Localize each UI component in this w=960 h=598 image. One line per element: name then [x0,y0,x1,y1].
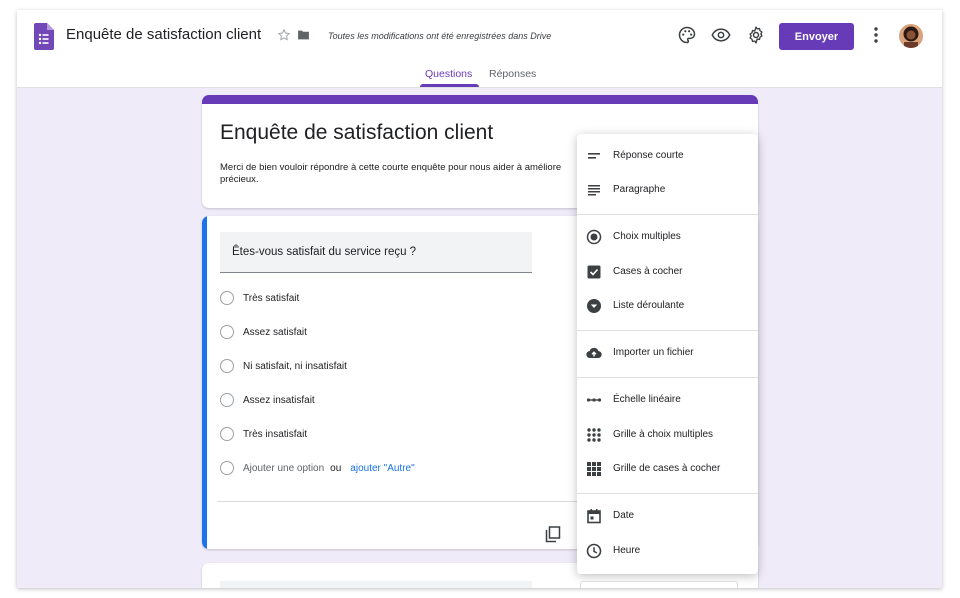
dropdown-icon [587,299,601,313]
header-accent-bar [202,95,758,104]
radio-unchecked-icon [220,359,234,373]
settings-gear-icon[interactable] [746,25,766,45]
menu-item-label: Grille de cases à cocher [613,463,721,474]
radio-unchecked-icon [220,325,234,339]
option-label[interactable]: Ni satisfait, ni insatisfait [243,361,347,372]
question-type-select-partial[interactable] [580,581,738,588]
linear-scale-icon [586,398,602,402]
save-status: Toutes les modifications ont été enregis… [328,31,552,41]
focus-indicator [202,216,207,549]
option-row[interactable]: Assez insatisfait [220,392,315,408]
menu-item-label: Date [613,510,635,521]
menu-item-label: Choix multiples [613,231,681,242]
option-label[interactable]: Très satisfait [243,293,299,304]
menu-item-label: Échelle linéaire [613,394,681,405]
menu-item-time[interactable]: Heure [577,535,758,567]
document-title[interactable]: Enquête de satisfaction client [66,26,261,43]
question-type-menu[interactable]: Réponse courte Paragraphe Choix multiple… [577,134,758,574]
radio-unchecked-icon [220,393,234,407]
radio-unchecked-icon [220,291,234,305]
option-row[interactable]: Très insatisfait [220,426,307,442]
clock-icon [586,543,602,559]
menu-item-dropdown[interactable]: Liste déroulante [577,290,758,322]
checkbox-icon [587,265,601,279]
menu-item-label: Grille à choix multiples [613,429,714,440]
or-text: ou [330,462,342,474]
forms-logo-icon[interactable] [34,23,54,50]
tab-responses[interactable]: Réponses [489,68,536,80]
add-option-row[interactable]: Ajouter une option ou ajouter "Autre" [220,460,415,476]
menu-item-label: Importer un fichier [613,347,694,358]
dots-grid-icon [587,428,601,442]
radio-button-icon [586,229,602,245]
menu-item-multiple-choice[interactable]: Choix multiples [577,221,758,253]
question-text: Êtes-vous satisfait du service reçu ? [232,246,417,258]
active-tab-indicator [420,84,479,87]
menu-item-label: Paragraphe [613,184,666,195]
option-label[interactable]: Très insatisfait [243,429,307,440]
avatar[interactable] [899,24,923,48]
option-row[interactable]: Ni satisfait, ni insatisfait [220,358,347,374]
menu-item-label: Réponse courte [613,150,684,161]
form-description[interactable]: Merci de bien vouloir répondre à cette c… [220,162,570,186]
option-label[interactable]: Assez satisfait [243,327,307,338]
folder-icon[interactable] [297,29,310,41]
palette-icon[interactable] [677,25,697,45]
form-title[interactable]: Enquête de satisfaction client [220,121,493,145]
menu-item-file-upload[interactable]: Importer un fichier [577,337,758,369]
menu-item-multiple-choice-grid[interactable]: Grille à choix multiples [577,419,758,451]
star-icon[interactable] [277,28,291,42]
menu-item-label: Liste déroulante [613,300,685,311]
option-row[interactable]: Assez satisfait [220,324,307,340]
menu-item-checkboxes[interactable]: Cases à cocher [577,256,758,288]
menu-item-linear-scale[interactable]: Échelle linéaire [577,384,758,416]
cloud-upload-icon [586,347,602,359]
menu-divider [577,214,758,215]
option-row[interactable]: Très satisfait [220,290,299,306]
menu-item-checkbox-grid[interactable]: Grille de cases à cocher [577,453,758,485]
short-answer-icon [588,153,600,159]
top-bar: Enquête de satisfaction client Toutes le… [17,10,942,88]
next-question-placeholder [220,581,532,588]
duplicate-icon[interactable] [545,526,561,543]
checkbox-grid-icon [587,462,601,476]
radio-unchecked-icon [220,461,234,475]
add-option-link[interactable]: Ajouter une option [243,463,324,474]
radio-unchecked-icon [220,427,234,441]
forms-window: Enquête de satisfaction client Toutes le… [17,10,942,588]
menu-item-paragraph[interactable]: Paragraphe [577,174,758,206]
add-other-link[interactable]: ajouter "Autre" [350,463,414,474]
preview-eye-icon[interactable] [711,25,731,45]
menu-divider [577,377,758,378]
menu-divider [577,493,758,494]
menu-item-short-answer[interactable]: Réponse courte [577,140,758,172]
calendar-icon [587,509,601,524]
menu-item-date[interactable]: Date [577,500,758,532]
question-title-input[interactable]: Êtes-vous satisfait du service reçu ? [220,232,532,273]
tab-questions[interactable]: Questions [425,68,472,80]
send-button[interactable]: Envoyer [779,23,854,50]
menu-item-label: Cases à cocher [613,266,683,277]
paragraph-icon [588,185,600,196]
more-vert-icon[interactable] [870,25,882,45]
menu-item-label: Heure [613,545,641,556]
option-label[interactable]: Assez insatisfait [243,395,315,406]
menu-divider [577,330,758,331]
